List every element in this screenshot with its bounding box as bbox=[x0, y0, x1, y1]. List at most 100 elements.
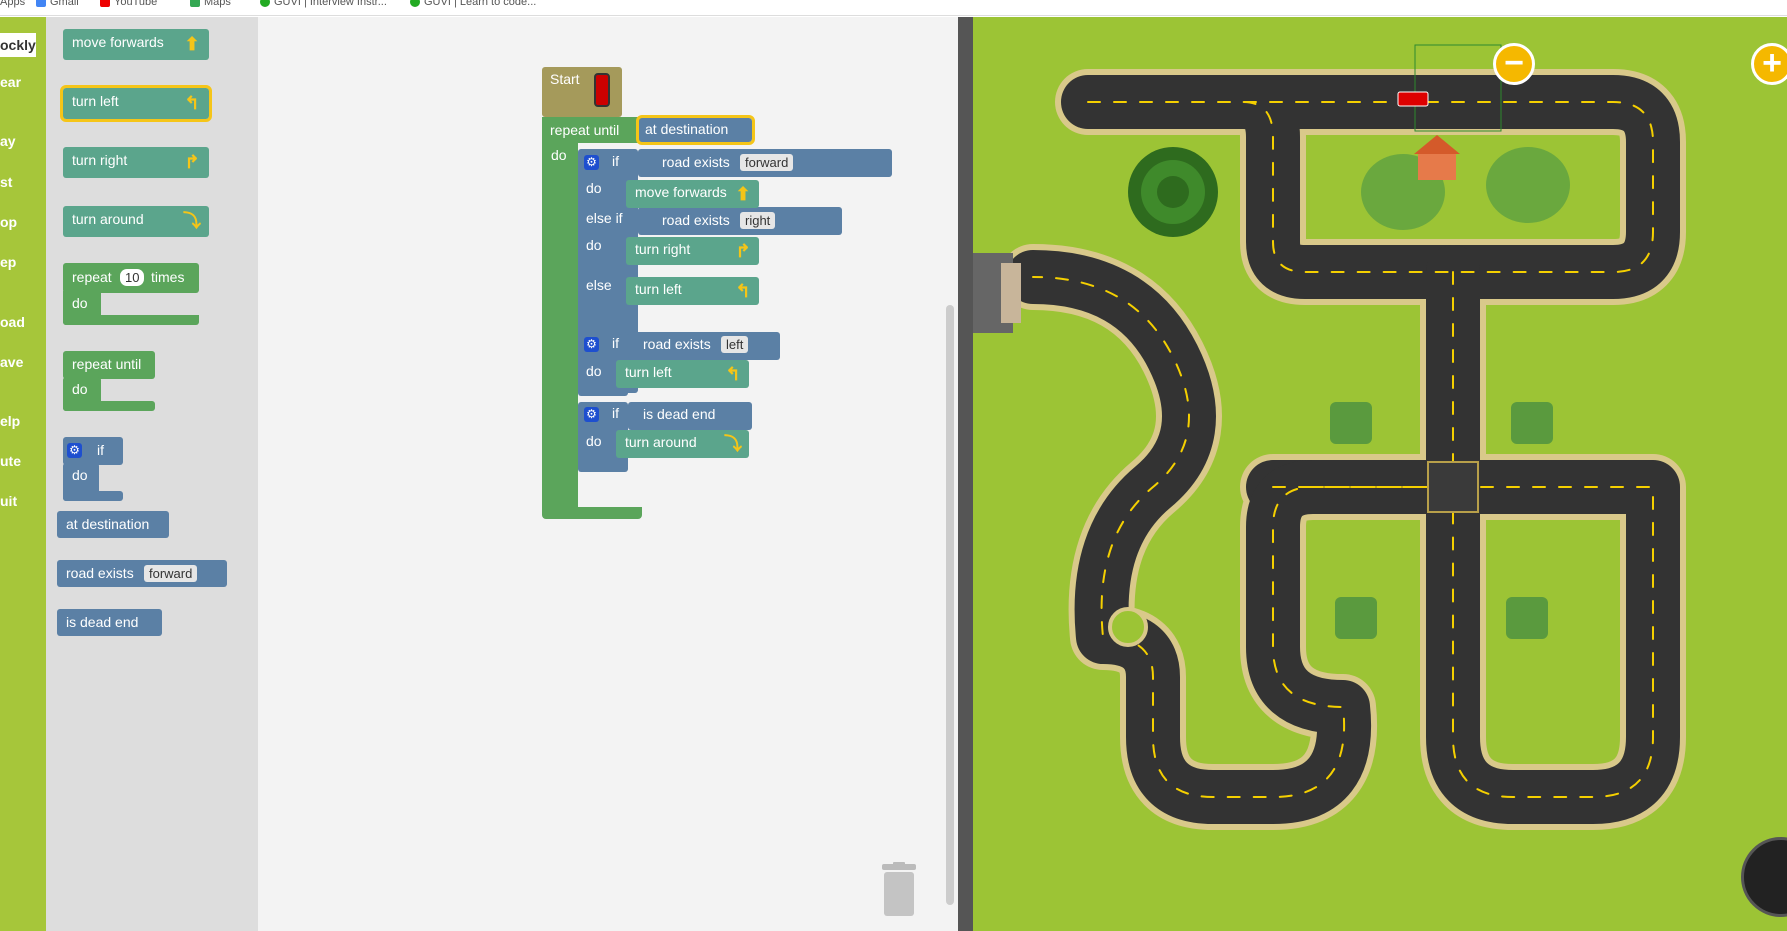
toolbox-turn-right-block[interactable]: turn right ↱ bbox=[63, 147, 209, 178]
nav-item-save[interactable]: ave bbox=[0, 354, 23, 370]
gear-icon[interactable]: ⚙ bbox=[584, 155, 599, 170]
gmail-icon bbox=[36, 0, 46, 7]
direction-dropdown[interactable]: right bbox=[740, 212, 776, 229]
block-label: turn left bbox=[72, 93, 119, 109]
block-label: road exists bbox=[66, 565, 134, 581]
block-label: repeat until bbox=[550, 122, 620, 138]
start-block[interactable]: Start bbox=[542, 67, 622, 117]
bookmark-apps[interactable]: Apps bbox=[0, 0, 25, 8]
gear-icon[interactable]: ⚙ bbox=[67, 443, 82, 458]
block-label: is dead end bbox=[66, 614, 139, 630]
block-label: if bbox=[97, 442, 104, 458]
direction-dropdown[interactable]: forward bbox=[740, 154, 794, 171]
toolbox-move-forwards-block[interactable]: move forwards ⬆ bbox=[63, 29, 209, 60]
toolbox-turn-left-block[interactable]: turn left ↰ bbox=[60, 85, 212, 122]
turn-right-block[interactable]: turn right ↱ bbox=[626, 237, 759, 265]
move-forwards-block[interactable]: move forwards ⬆ bbox=[626, 180, 759, 208]
nav-item-blockly[interactable]: ockly bbox=[0, 33, 36, 57]
block-label: if bbox=[612, 153, 619, 169]
bookmark-youtube[interactable]: YouTube bbox=[100, 0, 157, 8]
workspace-scrollbar[interactable] bbox=[946, 305, 954, 905]
repeat-until-footer bbox=[542, 507, 642, 519]
repeat-count-field[interactable]: 10 bbox=[120, 269, 145, 286]
gear-icon[interactable]: ⚙ bbox=[584, 337, 599, 352]
block-label: turn around bbox=[625, 434, 697, 450]
direction-dropdown[interactable]: forward bbox=[144, 565, 198, 582]
turn-around-icon: ⤵ bbox=[724, 434, 742, 454]
zoom-out-button[interactable]: − bbox=[1493, 43, 1535, 85]
nav-item-help[interactable]: elp bbox=[0, 413, 20, 429]
block-label: do bbox=[586, 180, 602, 196]
block-label: Start bbox=[550, 71, 580, 87]
block-label: turn left bbox=[625, 364, 672, 380]
block-label: move forwards bbox=[635, 184, 727, 200]
nav-item-mute[interactable]: ute bbox=[0, 453, 21, 469]
bookmark-guvi-interview[interactable]: GUVI | Interview Instr... bbox=[260, 0, 387, 8]
game-map: − + bbox=[973, 17, 1787, 931]
direction-dropdown[interactable]: left bbox=[721, 336, 749, 353]
turn-left-icon: ↰ bbox=[735, 281, 751, 301]
blockly-workspace[interactable]: Start repeat until do at destination ⚙ i… bbox=[258, 17, 958, 931]
trash-icon[interactable] bbox=[880, 862, 918, 918]
block-footer bbox=[63, 401, 155, 411]
nav-item-quit[interactable]: uit bbox=[0, 493, 17, 509]
nav-item-clear[interactable]: ear bbox=[0, 74, 21, 90]
bookmark-gmail[interactable]: Gmail bbox=[36, 0, 79, 8]
block-label: turn right bbox=[72, 152, 128, 168]
block-label: do bbox=[72, 467, 88, 483]
bookmark-label: Gmail bbox=[50, 0, 79, 8]
zoom-in-button[interactable]: + bbox=[1751, 43, 1787, 85]
gear-icon[interactable]: ⚙ bbox=[584, 407, 599, 422]
block-label: is dead end bbox=[643, 406, 716, 422]
repeat-until-block[interactable]: repeat until bbox=[542, 117, 642, 143]
bookmark-label: GUVI | Interview Instr... bbox=[274, 0, 387, 8]
turn-left-icon: ↰ bbox=[725, 364, 741, 384]
guvi-icon bbox=[410, 0, 420, 7]
block-label: else bbox=[586, 277, 612, 293]
toolbox-repeat-times-block[interactable]: repeat 10 times do bbox=[63, 263, 199, 325]
condition-road-exists-right[interactable]: road exists right bbox=[652, 209, 802, 233]
toolbox-if-block[interactable]: ⚙ if do bbox=[63, 437, 123, 501]
nav-item-test[interactable]: st bbox=[0, 174, 12, 190]
block-label: else if bbox=[586, 210, 623, 226]
block-label: do bbox=[586, 237, 602, 253]
block-label: times bbox=[151, 269, 185, 285]
nav-item-stop[interactable]: op bbox=[0, 214, 17, 230]
block-label: repeat bbox=[72, 269, 112, 285]
turn-left-icon: ↰ bbox=[184, 93, 200, 113]
toolbox-turn-around-block[interactable]: turn around ⤵ bbox=[63, 206, 209, 237]
bookmark-maps[interactable]: Maps bbox=[190, 0, 231, 8]
arrow-up-icon: ⬆ bbox=[735, 184, 751, 204]
block-label: at destination bbox=[66, 516, 150, 532]
block-label: do bbox=[586, 363, 602, 379]
road-map bbox=[973, 44, 1686, 830]
car-icon bbox=[594, 73, 610, 107]
turn-right-icon: ↱ bbox=[735, 241, 751, 261]
block-label: road exists bbox=[662, 154, 730, 170]
block-label: if bbox=[612, 335, 619, 351]
nav-item-play[interactable]: ay bbox=[0, 133, 16, 149]
condition-road-exists-left[interactable]: road exists left bbox=[628, 332, 780, 360]
side-nav: ockly ear ay st op ep oad ave elp ute ui… bbox=[0, 17, 46, 931]
condition-is-dead-end[interactable]: is dead end bbox=[628, 402, 752, 430]
turn-around-block[interactable]: turn around ⤵ bbox=[616, 430, 749, 458]
guvi-icon bbox=[260, 0, 270, 7]
toolbox-is-dead-end-block[interactable]: is dead end bbox=[57, 609, 162, 636]
nav-item-load[interactable]: oad bbox=[0, 314, 25, 330]
block-label: turn left bbox=[635, 281, 682, 297]
arrow-up-icon: ⬆ bbox=[184, 34, 200, 54]
toolbox-at-destination-block[interactable]: at destination bbox=[57, 511, 169, 538]
bookmark-guvi-learn[interactable]: GUVI | Learn to code... bbox=[410, 0, 536, 8]
turn-left-block[interactable]: turn left ↰ bbox=[626, 277, 759, 305]
block-label: do bbox=[586, 433, 602, 449]
toolbox-road-exists-block[interactable]: road exists forward bbox=[57, 560, 227, 587]
panel-divider[interactable] bbox=[958, 17, 973, 931]
turn-left-block[interactable]: turn left ↰ bbox=[616, 360, 749, 388]
block-label: repeat until bbox=[72, 356, 142, 372]
toolbox-repeat-until-block[interactable]: repeat until do bbox=[63, 351, 155, 411]
nav-item-step[interactable]: ep bbox=[0, 254, 16, 270]
turn-around-icon: ⤵ bbox=[183, 211, 201, 231]
block-footer bbox=[63, 491, 123, 501]
condition-at-destination-block[interactable]: at destination bbox=[636, 115, 755, 145]
condition-road-exists-forward[interactable]: road exists forward bbox=[652, 151, 832, 175]
